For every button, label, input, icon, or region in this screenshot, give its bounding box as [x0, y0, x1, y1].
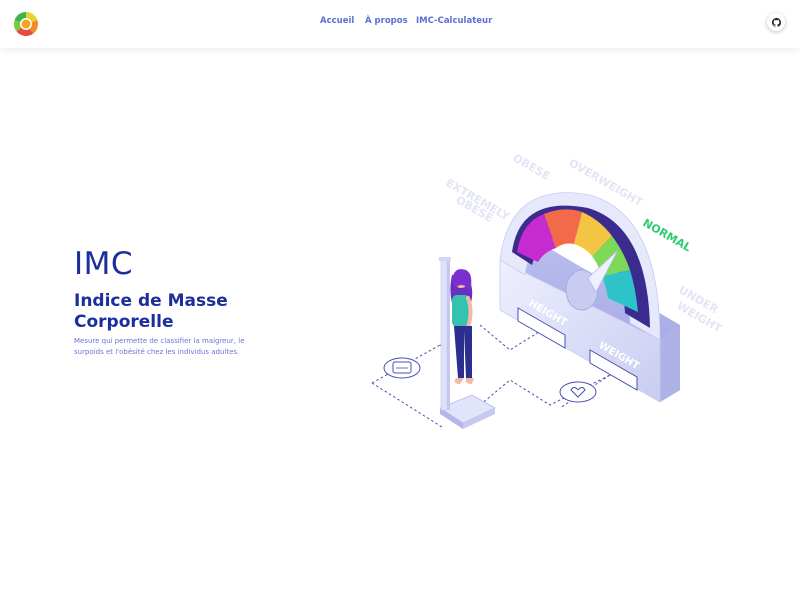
- heart-badge-icon: [559, 381, 597, 403]
- person-figure: [450, 269, 474, 384]
- scale-badge-icon: [383, 357, 421, 379]
- label-obese: OBESE: [511, 151, 553, 183]
- github-button[interactable]: [767, 13, 785, 31]
- nav-link-a-propos[interactable]: À propos: [365, 16, 408, 26]
- hero-description: Mesure qui permette de classifier la mai…: [74, 337, 245, 356]
- bmi-illustration: HEIGHT WEIGHT EXTREMELY OBESE OBESE OVER…: [371, 151, 724, 429]
- hero-subtitle: Indice de Masse Corporelle: [74, 291, 228, 332]
- nav-link-imc-calculateur[interactable]: IMC-Calculateur: [416, 16, 492, 26]
- navbar: Accueil À propos IMC-Calculateur: [0, 0, 800, 48]
- github-icon: [771, 17, 781, 27]
- main-nav: Accueil À propos IMC-Calculateur: [0, 0, 800, 48]
- bmi-logo[interactable]: [13, 11, 39, 37]
- hero-title: IMC: [74, 246, 134, 282]
- nav-link-accueil[interactable]: Accueil: [320, 16, 354, 26]
- label-normal: NORMAL: [641, 216, 694, 254]
